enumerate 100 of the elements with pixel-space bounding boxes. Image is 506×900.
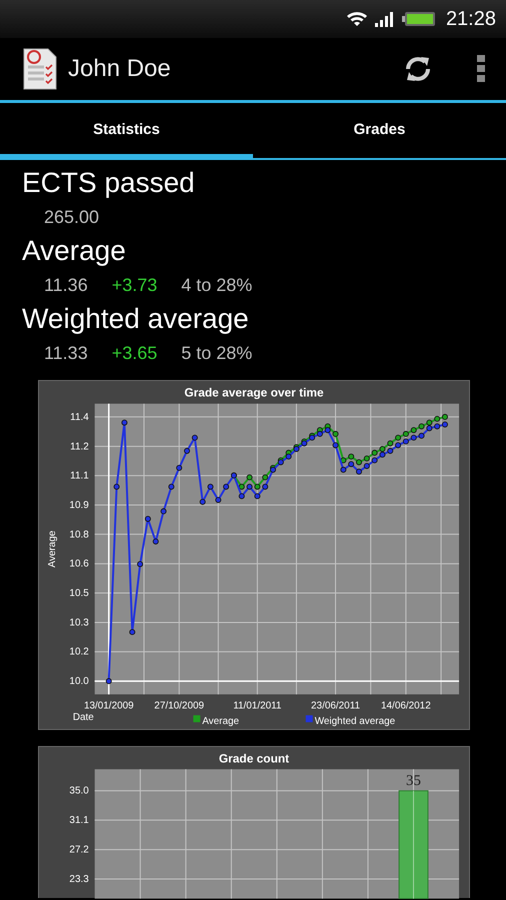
point: [410, 427, 417, 434]
point: [223, 484, 230, 490]
stat-value: +3.65: [112, 342, 158, 365]
point: [418, 432, 425, 439]
x-tick-label: 14/06/2012: [381, 700, 431, 712]
stat-value: 265.00: [44, 206, 100, 229]
y-tick-label: 23.3: [69, 874, 89, 886]
clock-text: 21:28: [446, 8, 496, 30]
y-tick-label: 31.1: [69, 815, 89, 826]
legend-label: Weighted average: [314, 716, 396, 728]
stat-value: 4 to 28%: [181, 274, 252, 297]
point: [114, 484, 120, 490]
point: [442, 421, 448, 428]
point: [434, 423, 440, 430]
app-logo-icon: [22, 47, 58, 91]
point: [129, 629, 136, 636]
point: [286, 454, 292, 460]
point: [379, 446, 386, 452]
point: [238, 484, 245, 490]
y-tick-label: 35.0: [69, 786, 89, 797]
point: [442, 414, 448, 420]
point: [395, 434, 402, 441]
point: [316, 430, 323, 437]
point: [176, 464, 182, 471]
point: [324, 427, 331, 434]
point: [160, 508, 167, 514]
point: [395, 442, 402, 448]
point: [340, 466, 346, 473]
point: [402, 430, 409, 437]
app-title: John Doe: [68, 55, 172, 83]
chart-title: Grade count: [218, 751, 290, 766]
battery-icon: [402, 10, 436, 28]
y-tick-label: 10.6: [69, 558, 89, 570]
point: [192, 434, 198, 441]
point: [137, 561, 144, 568]
stat-value: 5 to 28%: [181, 342, 252, 365]
point: [372, 450, 378, 456]
point: [144, 516, 151, 522]
point: [426, 420, 432, 426]
y-tick-label: 10.8: [69, 529, 89, 540]
chart-title: Grade average over time: [184, 386, 324, 400]
point: [184, 448, 190, 454]
point: [372, 457, 378, 464]
stat-label: Weighted average: [22, 302, 250, 336]
point: [364, 462, 370, 469]
point: [426, 425, 432, 432]
legend-swatch: [306, 715, 313, 722]
stat-value: 11.36: [44, 274, 88, 297]
point: [254, 484, 260, 490]
stat-label: Average: [22, 234, 127, 268]
x-tick-label: 27/10/2009: [154, 700, 204, 712]
y-tick-label: 10.2: [69, 646, 89, 658]
legend-swatch: [193, 715, 200, 722]
y-tick-label: 27.2: [69, 844, 89, 856]
point: [410, 434, 417, 441]
x-tick-label: 13/01/2009: [84, 700, 134, 712]
y-tick-label: 10.9: [69, 500, 89, 512]
point: [262, 484, 268, 490]
legend-label: Average: [202, 716, 240, 728]
point: [207, 484, 214, 490]
point: [254, 493, 260, 500]
point: [356, 468, 362, 475]
y-tick-label: 10.3: [69, 617, 89, 628]
point: [379, 452, 386, 458]
point: [387, 440, 394, 446]
x-tick-label: 23/06/2011: [311, 700, 360, 712]
stat-value: 11.33: [44, 342, 88, 365]
point: [348, 454, 354, 460]
y-tick-label: 11.2: [70, 441, 89, 452]
point: [332, 430, 339, 437]
point: [418, 423, 425, 430]
tab[interactable]: Grades: [253, 103, 506, 158]
overflow-menu-icon[interactable]: [476, 54, 486, 84]
signal-icon: [374, 10, 396, 28]
bar-value-label: 35: [406, 772, 421, 789]
point: [215, 496, 222, 503]
point: [152, 538, 159, 544]
point: [434, 416, 440, 422]
y-tick-label: 11.4: [70, 412, 89, 423]
point: [348, 461, 354, 468]
point: [364, 455, 370, 462]
point: [262, 474, 268, 480]
y-tick-label: 10.0: [69, 676, 89, 688]
y-axis-title: Average: [46, 530, 58, 568]
x-tick-label: 11/01/2011: [233, 700, 282, 712]
point: [402, 438, 409, 444]
y-tick-label: 11.1: [70, 470, 89, 482]
point: [106, 678, 112, 684]
point: [332, 442, 339, 448]
point: [200, 498, 206, 505]
point: [387, 448, 394, 454]
x-axis-title: Date: [72, 712, 94, 724]
point: [238, 493, 245, 500]
point: [121, 420, 128, 426]
tab[interactable]: Statistics: [0, 103, 253, 158]
stat-label: ECTS passed: [22, 166, 196, 200]
y-tick-label: 10.5: [69, 588, 89, 599]
point: [356, 459, 362, 466]
wifi-icon: [346, 10, 368, 28]
point: [168, 484, 174, 490]
